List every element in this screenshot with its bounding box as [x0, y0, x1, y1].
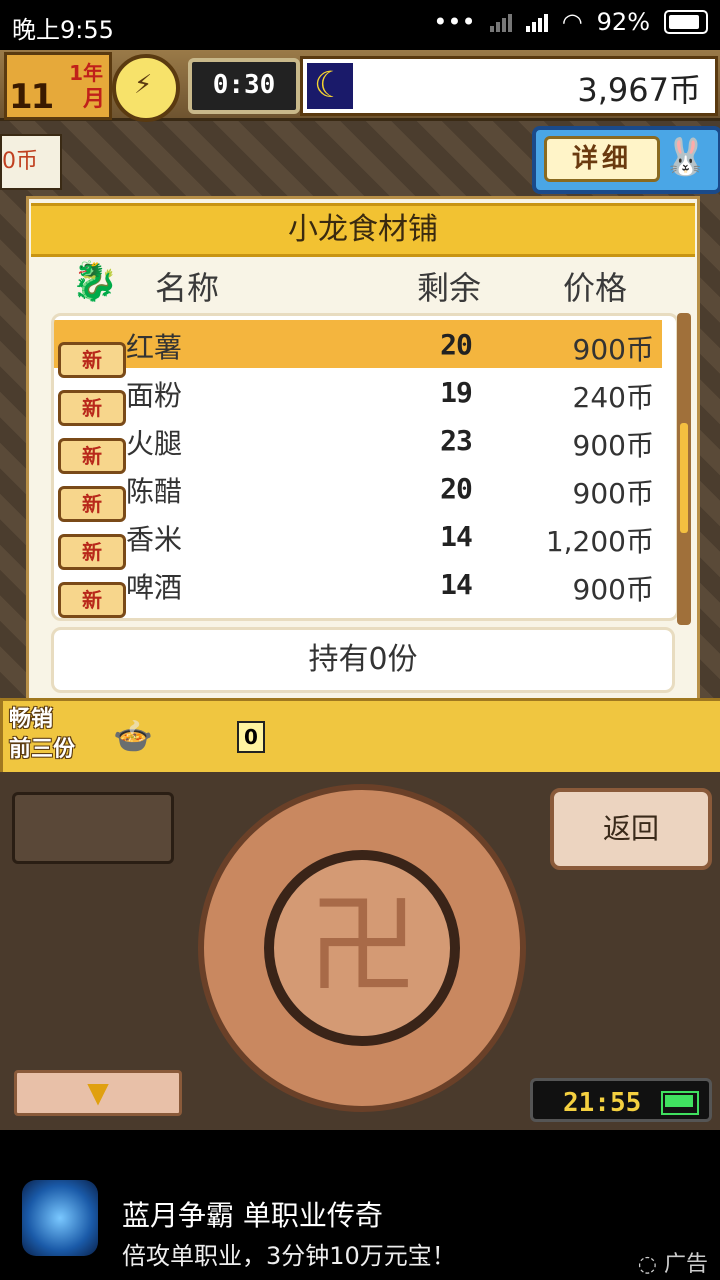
detail-label: 详细 [544, 136, 660, 182]
item-price: 240币 [572, 381, 654, 414]
dragon-mascot-icon: 🐉 [71, 259, 119, 303]
item-qty: 20 [440, 472, 473, 505]
money-display: ☾ 3,967币 [300, 56, 718, 116]
item-name: 火腿 [126, 427, 183, 460]
battery-icon-game [661, 1091, 699, 1115]
item-price: 900币 [572, 333, 654, 366]
item-price: 900币 [572, 573, 654, 606]
status-time: 晚上9:55 [12, 16, 114, 44]
down-arrow-icon: ▼ [87, 1076, 109, 1109]
header-remaining: 剩余 [417, 269, 482, 307]
back-button[interactable]: 返回 [550, 788, 712, 870]
best-sellers-label: 畅销 前三份 [9, 707, 76, 762]
ad-subtitle[interactable]: 倍攻单职业，3分钟10万元宝！ [122, 1236, 456, 1271]
owned-count: 持有0份 [51, 627, 675, 693]
item-name: 红薯 [126, 331, 183, 364]
ad-title[interactable]: 蓝月争霸 单职业传奇 [122, 1194, 383, 1234]
list-item[interactable]: 陈醋 20 900币 新 [54, 464, 662, 522]
list-item[interactable]: 面粉 19 240币 新 [54, 368, 662, 426]
battery-icon [664, 10, 708, 34]
list-item[interactable]: 香米 14 1,200币 新 [54, 512, 662, 570]
directional-pad[interactable]: 卍 [198, 784, 526, 1112]
status-icons: ••• ◠ 92% [433, 8, 708, 36]
money-amount: 3,967币 [577, 71, 701, 109]
best-sellers-count: 0 [237, 721, 265, 753]
item-name: 香米 [126, 523, 183, 556]
top-hud: 1年 11 月 0:30 ☾ 3,967币 [0, 50, 720, 122]
list-item[interactable]: 啤酒 14 900币 新 [54, 560, 662, 618]
dish-icon: 🍲 [113, 717, 153, 755]
dpad-pattern-icon: 卍 [308, 882, 418, 1010]
item-name: 陈醋 [126, 475, 183, 508]
month-number: 11 [9, 77, 54, 117]
ad-app-icon[interactable] [22, 1180, 98, 1256]
item-price: 1,200币 [545, 525, 654, 558]
game-clock-time: 21:55 [563, 1088, 642, 1118]
item-qty: 20 [440, 328, 473, 361]
wifi-icon: ◠ [561, 8, 583, 36]
shop-panel: 小龙食材铺 🐉 名称 剩余 价格 红薯 20 900币 新 面粉 19 240币… [26, 196, 700, 702]
list-item[interactable]: 红薯 20 900币 新 [54, 320, 662, 378]
new-badge: 新 [58, 582, 126, 618]
scrollbar-thumb[interactable] [680, 423, 688, 533]
best-sellers-bar: 畅销 前三份 🍲 0 [0, 698, 720, 776]
empty-slot [12, 792, 174, 864]
moon-icon: ☾ [307, 63, 353, 109]
header-name: 名称 [155, 269, 220, 307]
item-qty: 23 [440, 424, 473, 457]
month-unit: 月 [82, 87, 105, 112]
item-qty: 14 [440, 520, 473, 553]
signal-icon-secondary [489, 12, 512, 32]
game-timer: 0:30 [188, 58, 300, 114]
shop-title: 小龙食材铺 [31, 203, 695, 257]
header-price: 价格 [563, 269, 628, 307]
item-name: 啤酒 [126, 571, 183, 604]
scroll-down-button[interactable]: ▼ [14, 1070, 182, 1116]
list-item[interactable]: 火腿 23 900币 新 [54, 416, 662, 474]
battery-percent: 92% [596, 8, 650, 36]
list-scrollbar[interactable] [677, 313, 691, 625]
control-area: 返回 卍 ▼ 21:55 [0, 772, 720, 1130]
detail-button[interactable]: 详细 🐰 [532, 126, 720, 194]
game-clock: 21:55 [530, 1078, 712, 1122]
ad-tag: ◌ 广告 [637, 1252, 708, 1277]
signal-icon [525, 12, 548, 32]
status-bar: 晚上9:55 ••• ◠ 92% [0, 0, 720, 50]
more-icon: ••• [433, 8, 476, 36]
ingredient-list[interactable]: 红薯 20 900币 新 面粉 19 240币 新 火腿 23 900币 新 陈… [51, 313, 679, 621]
ad-banner[interactable]: 蓝月争霸 单职业传奇 倍攻单职业，3分钟10万元宝！ ◌ 广告 [0, 1130, 720, 1280]
game-screen: 1年 11 月 0:30 ☾ 3,967币 0币 详细 🐰 小龙食材铺 🐉 名称… [0, 50, 720, 1130]
item-qty: 14 [440, 568, 473, 601]
item-qty: 19 [440, 376, 473, 409]
ad-icon: ◌ [637, 1252, 657, 1277]
item-price: 900币 [572, 429, 654, 462]
calendar-date: 1年 11 月 [4, 52, 112, 120]
item-name: 面粉 [126, 379, 183, 412]
item-price: 900币 [572, 477, 654, 510]
clock-icon [112, 54, 180, 122]
rabbit-mascot-icon: 🐰 [663, 137, 708, 178]
side-money-fragment: 0币 [0, 134, 62, 190]
